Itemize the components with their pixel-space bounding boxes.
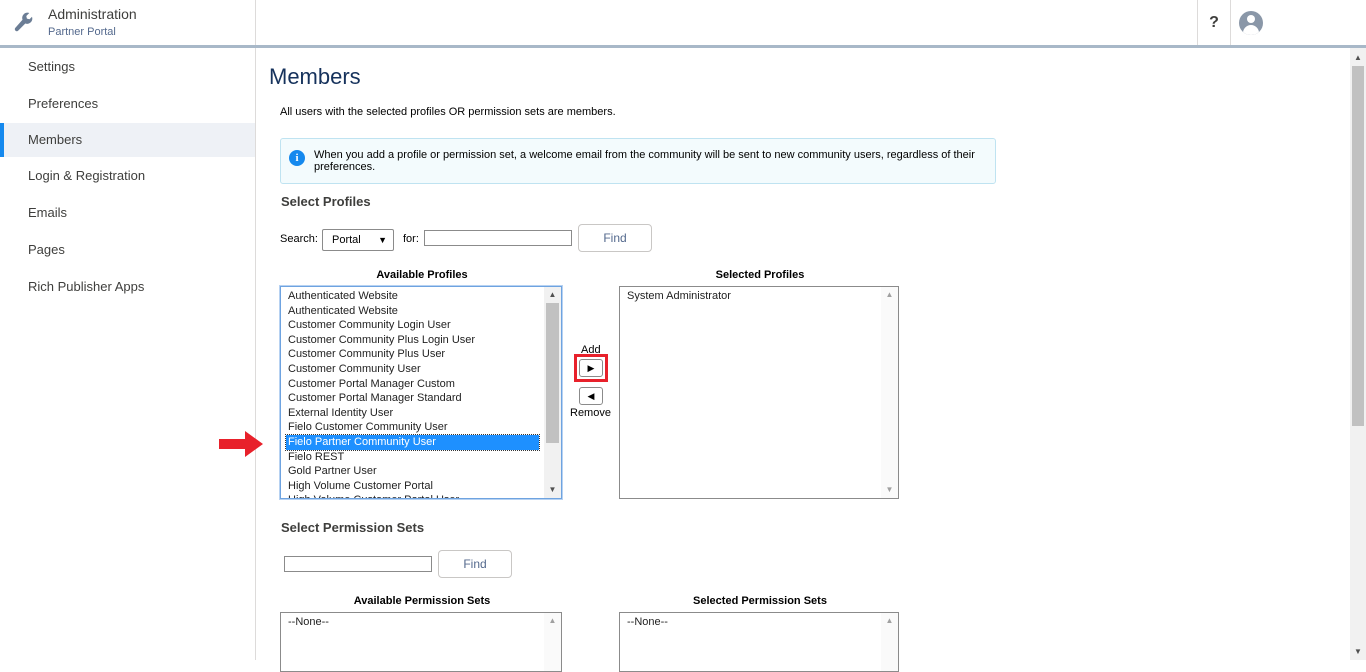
select-profiles-heading: Select Profiles — [281, 194, 371, 209]
available-profiles-label: Available Profiles — [376, 269, 468, 281]
permission-set-search-input[interactable] — [284, 556, 432, 572]
list-item[interactable]: Fielo Customer Community User — [281, 420, 561, 435]
list-item[interactable]: --None-- — [620, 615, 898, 630]
chevron-down-icon: ▼ — [378, 235, 387, 245]
list-item[interactable]: Customer Portal Manager Custom — [281, 377, 561, 392]
info-notice: i When you add a profile or permission s… — [280, 138, 996, 184]
list-item[interactable]: Customer Portal Manager Standard — [281, 391, 561, 406]
info-icon: i — [289, 150, 305, 166]
available-profiles-listbox[interactable]: Authenticated Website Authenticated Websi… — [280, 286, 562, 499]
sidebar-nav: Settings Preferences Members Login & Reg… — [0, 48, 256, 660]
list-item[interactable]: High Volume Customer Portal User — [281, 493, 561, 498]
scroll-down-icon[interactable]: ▼ — [1350, 644, 1366, 660]
list-item[interactable]: --None-- — [281, 615, 561, 630]
red-arrow-icon — [219, 431, 263, 457]
wrench-icon — [14, 12, 33, 32]
profile-search-select-value: Portal — [332, 234, 361, 246]
list-item[interactable]: System Administrator — [620, 289, 898, 304]
listbox-scrollbar[interactable]: ▲ ▼ — [881, 287, 898, 498]
list-item[interactable]: Customer Community User — [281, 362, 561, 377]
selected-profiles-label: Selected Profiles — [715, 269, 805, 281]
sidebar-item-emails[interactable]: Emails — [0, 196, 255, 230]
highlight-box — [574, 354, 608, 382]
list-item[interactable]: External Identity User — [281, 406, 561, 421]
select-permission-sets-heading: Select Permission Sets — [281, 520, 425, 535]
list-item[interactable]: Authenticated Website — [281, 289, 561, 304]
scroll-thumb[interactable] — [1352, 66, 1364, 426]
app-branding: Administration Partner Portal — [0, 0, 256, 45]
help-button[interactable]: ? — [1197, 0, 1231, 45]
available-permission-sets-listbox[interactable]: --None-- ▲ — [280, 612, 562, 672]
profile-search-select[interactable]: Portal ▼ — [322, 229, 394, 251]
page-title: Members — [269, 64, 361, 89]
list-item[interactable]: Authenticated Website — [281, 304, 561, 319]
scroll-down-icon[interactable]: ▼ — [881, 482, 898, 498]
sidebar-item-settings[interactable]: Settings — [0, 50, 255, 84]
selected-profiles-listbox[interactable]: System Administrator ▲ ▼ — [619, 286, 899, 499]
scroll-up-icon[interactable]: ▲ — [1350, 50, 1366, 66]
scroll-up-icon[interactable]: ▲ — [544, 613, 561, 629]
profile-find-button[interactable]: Find — [578, 224, 652, 252]
list-item[interactable]: Fielo REST — [281, 450, 561, 465]
list-item[interactable]: Customer Community Login User — [281, 318, 561, 333]
arrow-left-icon: ◀ — [587, 391, 595, 401]
sidebar-item-preferences[interactable]: Preferences — [0, 87, 255, 121]
scroll-up-icon[interactable]: ▲ — [881, 613, 898, 629]
permission-set-find-button[interactable]: Find — [438, 550, 512, 578]
sidebar-item-members[interactable]: Members — [0, 123, 255, 157]
page-scrollbar[interactable]: ▲ ▼ — [1350, 48, 1366, 660]
listbox-scrollbar[interactable]: ▲ — [544, 613, 561, 671]
sidebar-item-login-registration[interactable]: Login & Registration — [0, 159, 255, 193]
list-item[interactable]: Gold Partner User — [281, 464, 561, 479]
user-avatar-icon[interactable] — [1239, 11, 1263, 35]
listbox-scrollbar[interactable]: ▲ — [881, 613, 898, 671]
sidebar-item-rich-publisher-apps[interactable]: Rich Publisher Apps — [0, 270, 255, 304]
scroll-up-icon[interactable]: ▲ — [544, 287, 561, 303]
scroll-down-icon[interactable]: ▼ — [544, 482, 561, 498]
for-label: for: — [403, 233, 419, 245]
main-content: Members All users with the selected prof… — [256, 48, 1350, 672]
search-label: Search: — [280, 233, 318, 245]
list-item[interactable]: Customer Community Plus User — [281, 347, 561, 362]
remove-button[interactable]: ◀ — [579, 387, 603, 405]
available-permission-sets-label: Available Permission Sets — [353, 595, 491, 607]
remove-label: Remove — [570, 407, 611, 419]
intro-text: All users with the selected profiles OR … — [280, 106, 616, 118]
scroll-up-icon[interactable]: ▲ — [881, 287, 898, 303]
app-title: Administration — [48, 6, 137, 22]
selected-permission-sets-label: Selected Permission Sets — [693, 595, 827, 607]
list-item[interactable]: High Volume Customer Portal — [281, 479, 561, 494]
scroll-thumb[interactable] — [546, 303, 559, 443]
info-text: When you add a profile or permission set… — [314, 149, 975, 173]
listbox-scrollbar[interactable]: ▲ ▼ — [544, 287, 561, 498]
list-item-selected[interactable]: Fielo Partner Community User — [285, 433, 540, 451]
sidebar-item-pages[interactable]: Pages — [0, 233, 255, 267]
selected-permission-sets-listbox[interactable]: --None-- ▲ — [619, 612, 899, 672]
profile-search-input[interactable] — [424, 230, 572, 246]
list-item[interactable]: Customer Community Plus Login User — [281, 333, 561, 348]
top-header: Administration Partner Portal ? — [0, 0, 1366, 48]
app-subtitle: Partner Portal — [48, 26, 116, 38]
